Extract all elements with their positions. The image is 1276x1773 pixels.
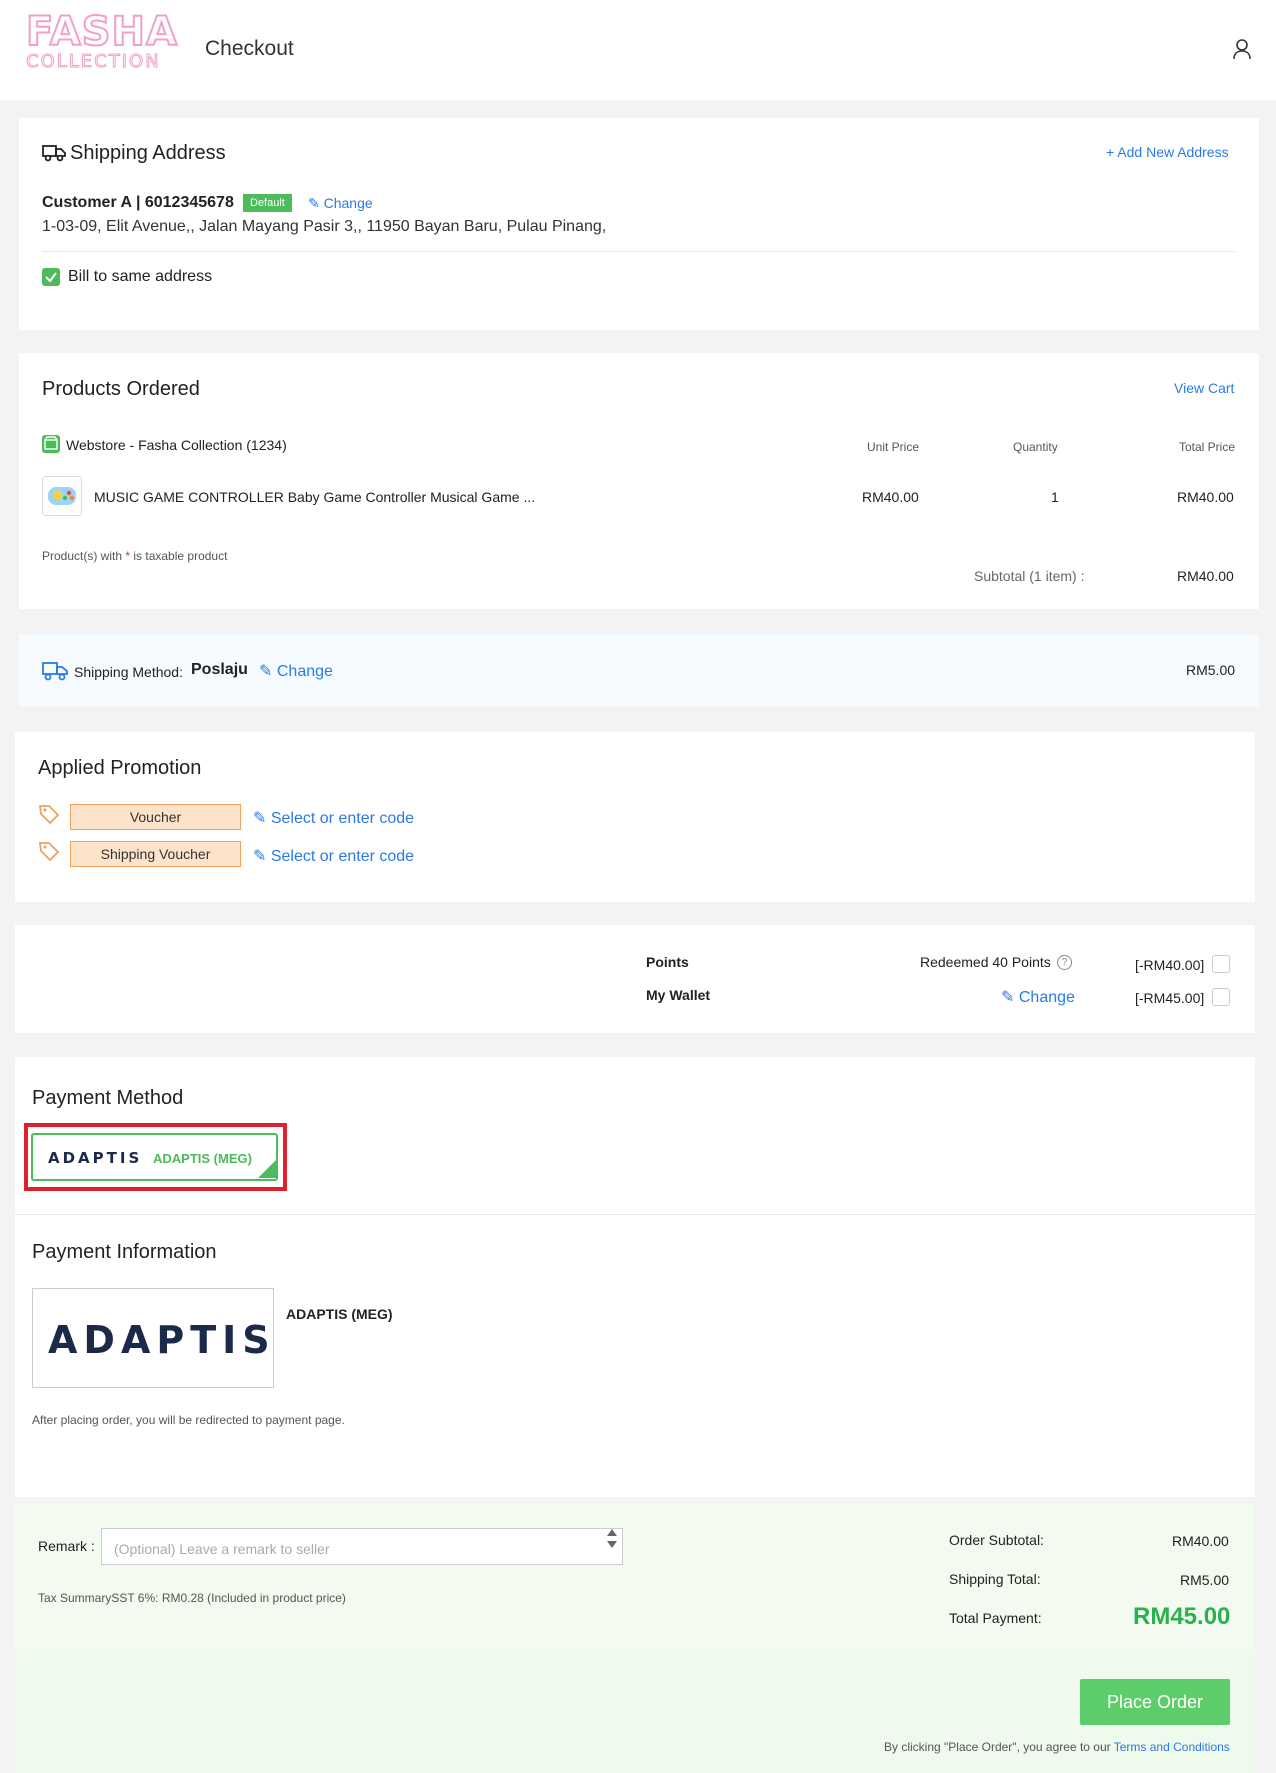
pencil-icon: ✎ [1001,989,1019,1006]
truck-icon [42,145,66,162]
pencil-icon: ✎ [308,195,324,211]
logo-text-top: FASHA [25,9,178,55]
help-icon[interactable]: ? [1057,955,1072,970]
total-payment-label: Total Payment: [949,1610,1042,1626]
product-name[interactable]: MUSIC GAME CONTROLLER Baby Game Controll… [94,489,535,505]
order-subtotal-label: Order Subtotal: [949,1532,1044,1548]
scroll-down-icon[interactable] [607,1541,617,1548]
payment-divider [15,1214,1255,1215]
subtotal-label: Subtotal (1 item) : [974,568,1085,584]
shipping-voucher-box[interactable]: Shipping Voucher [70,841,241,867]
payment-info-name: ADAPTIS (MEG) [286,1306,393,1322]
products-ordered-title: Products Ordered [42,378,200,400]
scroll-up-icon[interactable] [607,1529,617,1536]
col-quantity: Quantity [1013,440,1058,454]
place-order-button[interactable]: Place Order [1080,1679,1230,1725]
taxable-note-prefix: Product(s) with [42,549,126,563]
user-icon[interactable] [1232,38,1252,60]
shipping-address-title: Shipping Address [70,142,226,164]
change-address-link[interactable]: ✎ Change [308,195,373,212]
shipping-method-label: Shipping Method: [74,664,183,680]
points-wallet-card [15,925,1255,1033]
fasha-logo[interactable]: FASHA COLLECTION [25,9,178,80]
address-line: 1-03-09, Elit Avenue,, Jalan Mayang Pasi… [42,218,607,235]
shipping-voucher-select-link[interactable]: ✎ Select or enter code [253,846,414,866]
taxable-note-suffix: is taxable product [130,549,228,563]
total-payment-value: RM45.00 [1133,1603,1231,1630]
points-label: Points [646,954,689,970]
applied-promotion-title: Applied Promotion [38,757,202,779]
change-wallet-link[interactable]: ✎ Change [1001,987,1075,1007]
tag-icon [38,805,60,825]
default-badge: Default [243,194,292,212]
change-shipping-label: Change [276,663,333,680]
game-controller-icon [48,487,76,505]
check-icon [45,272,57,283]
shipping-total-label: Shipping Total: [949,1571,1041,1587]
wallet-checkbox[interactable] [1212,988,1230,1006]
shipping-voucher-select-label: Select or enter code [270,848,415,865]
product-total-price: RM40.00 [1177,489,1234,505]
tag-icon [38,842,60,862]
store-name: Webstore - Fasha Collection (1234) [66,437,287,453]
col-total-price: Total Price [1179,440,1236,454]
bill-same-checkbox[interactable] [42,268,60,286]
voucher-select-link[interactable]: ✎ Select or enter code [253,808,414,828]
bill-same-label: Bill to same address [68,268,213,285]
pencil-icon: ✎ [253,810,271,827]
payment-information-title: Payment Information [32,1241,217,1263]
col-unit-price: Unit Price [867,440,920,454]
voucher-select-label: Select or enter code [270,810,415,827]
top-bar [0,0,1276,100]
redirect-note: After placing order, you will be redirec… [32,1413,345,1427]
address-divider [42,251,1235,252]
view-cart-link[interactable]: View Cart [1174,380,1234,396]
change-shipping-link[interactable]: ✎ Change [259,661,333,681]
points-amount: [-RM40.00] [1135,957,1205,973]
delivery-truck-icon [42,662,68,681]
shipping-method-value: Poslaju [191,661,248,678]
tax-summary: Tax SummarySST 6%: RM0.28 (Included in p… [38,1591,346,1605]
wallet-amount: [-RM45.00] [1135,990,1205,1006]
shipping-total-value: RM5.00 [1180,1572,1230,1588]
pencil-icon: ✎ [259,663,277,680]
customer-name-phone: Customer A | 6012345678 [42,194,234,211]
product-quantity: 1 [1051,489,1059,505]
remark-input[interactable] [101,1528,623,1565]
terms-note: By clicking "Place Order", you agree to … [884,1740,1230,1754]
points-redeemed-info: Redeemed 40 Points [920,954,1051,970]
add-new-address-link[interactable]: + Add New Address [1106,144,1229,160]
points-checkbox[interactable] [1212,955,1230,973]
adaptis-logo-large: ADAPTIS [48,1318,276,1362]
order-subtotal-value: RM40.00 [1172,1533,1229,1549]
terms-link[interactable]: Terms and Conditions [1114,1740,1230,1754]
place-order-section [15,1656,1255,1773]
taxable-note: Product(s) with * is taxable product [42,549,227,563]
voucher-box[interactable]: Voucher [70,804,241,830]
logo-text-bottom: COLLECTION [26,51,161,72]
change-wallet-label: Change [1018,989,1075,1006]
terms-note-prefix: By clicking "Place Order", you agree to … [884,1740,1114,1754]
subtotal-value: RM40.00 [1177,568,1234,584]
page-title: Checkout [205,37,294,60]
highlight-box [24,1123,287,1191]
remark-label: Remark : [38,1538,95,1554]
product-unit-price: RM40.00 [862,489,919,505]
shipping-price: RM5.00 [1186,662,1236,678]
pencil-icon: ✎ [253,848,271,865]
payment-method-title: Payment Method [32,1087,184,1109]
order-summary-section [15,1503,1255,1655]
store-icon [42,435,60,453]
wallet-label: My Wallet [646,987,711,1003]
change-address-label: Change [323,195,373,211]
product-thumbnail[interactable] [42,476,82,516]
